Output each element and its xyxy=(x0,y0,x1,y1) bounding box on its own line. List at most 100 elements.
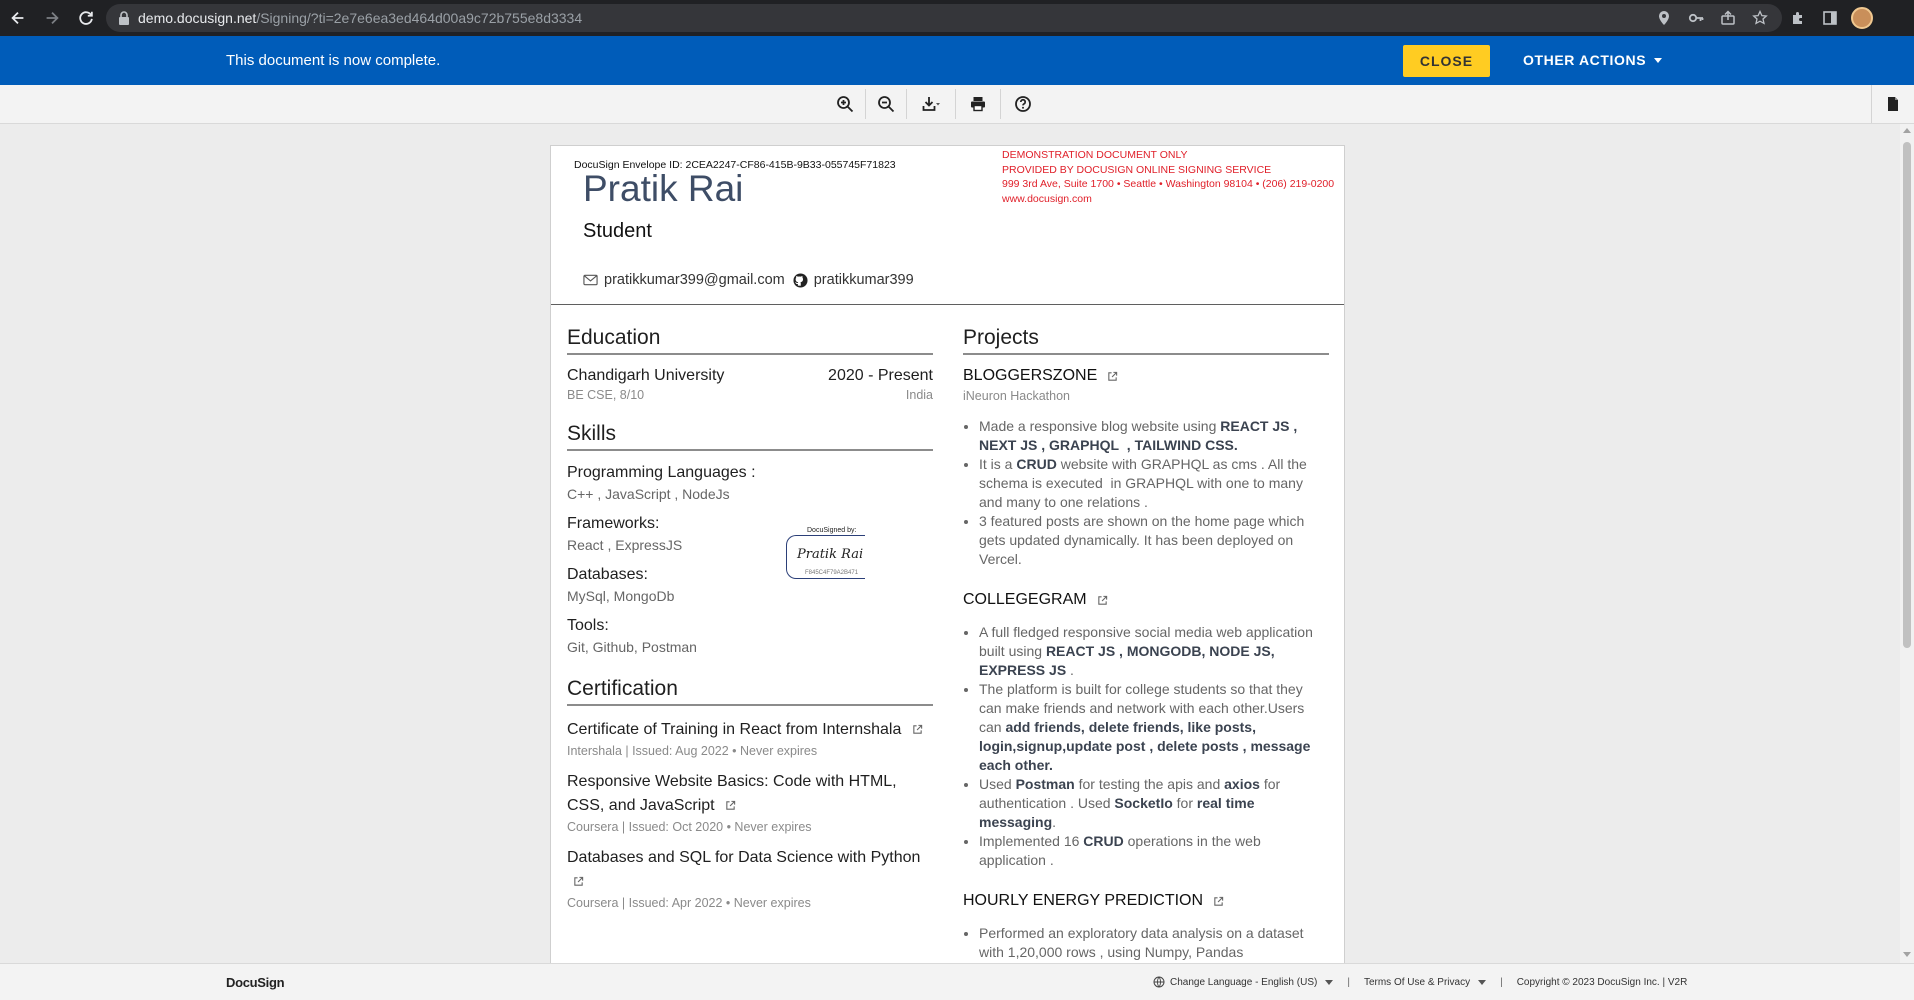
forward-button[interactable] xyxy=(36,2,68,34)
certificate-title-text: Databases and SQL for Data Science with … xyxy=(567,849,921,866)
external-link-icon[interactable] xyxy=(1107,371,1118,382)
vertical-scrollbar[interactable] xyxy=(1900,124,1914,963)
docusign-logo: DocuSign xyxy=(226,975,285,990)
print-icon xyxy=(971,97,985,112)
print-button[interactable] xyxy=(956,89,1001,119)
email-link[interactable]: pratikkumar399@gmail.com xyxy=(604,272,785,288)
github-link[interactable]: pratikkumar399 xyxy=(814,272,914,288)
close-button[interactable]: CLOSE xyxy=(1403,45,1490,77)
address-bar[interactable]: demo.docusign.net/Signing/?ti=2e7e6ea3ed… xyxy=(106,4,1782,32)
document-toolbar xyxy=(0,85,1914,124)
list-item: It is a CRUD website with GRAPHQL as cms… xyxy=(979,455,1329,512)
url-path: /Signing/?ti=2e7e6ea3ed464d00a9c72b755e8… xyxy=(256,10,583,26)
signature-id: F845C4F79A2B471 xyxy=(805,570,859,576)
footer: DocuSign Change Language - English (US) … xyxy=(0,963,1914,1000)
help-icon xyxy=(1015,96,1031,112)
project-title: COLLEGEGRAM xyxy=(963,591,1329,609)
help-button[interactable] xyxy=(1001,89,1045,119)
completion-message: This document is now complete. xyxy=(226,52,441,69)
external-link-icon[interactable] xyxy=(573,876,584,887)
caret-down-icon xyxy=(1654,57,1663,63)
skill-heading: Programming Languages : xyxy=(567,464,756,481)
skill-heading: Databases: xyxy=(567,566,648,583)
list-item: A full fledged responsive social media w… xyxy=(979,623,1329,680)
demo-notice: DEMONSTRATION DOCUMENT ONLY PROVIDED BY … xyxy=(1002,148,1334,206)
list-item: Made a responsive blog website using REA… xyxy=(979,417,1329,455)
documents-panel-button[interactable] xyxy=(1871,85,1914,123)
document-page: DocuSign Envelope ID: 2CEA2247-CF86-415B… xyxy=(551,146,1344,963)
contact-row: pratikkumar399@gmail.com pratikkumar399 xyxy=(583,272,914,288)
password-key-button[interactable] xyxy=(1680,4,1712,32)
zoom-out-icon xyxy=(878,96,895,113)
skill-heading: Tools: xyxy=(567,617,609,634)
header-divider xyxy=(551,304,1344,305)
bookmark-button[interactable] xyxy=(1744,4,1776,32)
globe-icon xyxy=(1153,976,1165,988)
language-selector[interactable]: Change Language - English (US) xyxy=(1153,976,1334,988)
skill-value: C++ , JavaScript , NodeJs xyxy=(567,486,730,502)
scroll-up-icon[interactable] xyxy=(1903,128,1911,133)
github-icon xyxy=(793,272,808,288)
certificate-title: Responsive Website Basics: Code with HTM… xyxy=(567,770,933,818)
signature-name: Pratik Rai xyxy=(797,547,864,562)
other-actions-label: OTHER ACTIONS xyxy=(1523,52,1647,68)
demo-line: PROVIDED BY DOCUSIGN ONLINE SIGNING SERV… xyxy=(1002,163,1272,176)
zoom-out-button[interactable] xyxy=(866,89,907,119)
share-button[interactable] xyxy=(1712,4,1744,32)
arrow-left-icon xyxy=(11,11,24,25)
certificate-title: Databases and SQL for Data Science with … xyxy=(567,846,933,894)
back-button[interactable] xyxy=(2,2,34,34)
resume-name: Pratik Rai xyxy=(583,168,744,209)
profile-button[interactable] xyxy=(1846,0,1878,36)
side-panel-button[interactable] xyxy=(1814,0,1846,36)
list-item: Performed an exploratory data analysis o… xyxy=(979,924,1329,962)
external-link-icon[interactable] xyxy=(1213,896,1224,907)
skills-title: Skills xyxy=(567,422,933,451)
external-link-icon[interactable] xyxy=(1097,595,1108,606)
download-button[interactable] xyxy=(907,89,956,119)
signature-label: DocuSigned by: xyxy=(805,527,859,534)
skill-value: React , ExpressJS xyxy=(567,537,683,553)
caret-down-icon xyxy=(1478,979,1487,985)
key-icon xyxy=(1688,13,1704,23)
completion-banner: This document is now complete. CLOSE OTH… xyxy=(0,36,1914,85)
mail-icon xyxy=(583,274,598,286)
scroll-thumb[interactable] xyxy=(1903,142,1911,648)
reload-button[interactable] xyxy=(70,2,102,34)
scroll-down-icon[interactable] xyxy=(1903,952,1911,957)
project-bullets: A full fledged responsive social media w… xyxy=(963,623,1329,870)
skill-value: Git, Github, Postman xyxy=(567,639,697,655)
project-bullets: Performed an exploratory data analysis o… xyxy=(963,924,1329,962)
document-viewport[interactable]: DocuSign Envelope ID: 2CEA2247-CF86-415B… xyxy=(0,124,1914,963)
demo-line: www.docusign.com xyxy=(1002,192,1092,205)
list-item: 3 featured posts are shown on the home p… xyxy=(979,512,1329,569)
project-org: iNeuron Hackathon xyxy=(963,389,1071,403)
reload-icon xyxy=(79,11,93,25)
zoom-in-button[interactable] xyxy=(825,89,866,119)
share-icon xyxy=(1721,10,1735,25)
other-actions-menu[interactable]: OTHER ACTIONS xyxy=(1523,52,1663,68)
list-item: Implemented 16 CRUD operations in the we… xyxy=(979,832,1329,870)
skill-value: MySql, MongoDb xyxy=(567,588,675,604)
location-pin-icon xyxy=(1659,11,1669,25)
docusign-signature: DocuSigned by: Pratik Rai F845C4F79A2B47… xyxy=(786,527,865,579)
url-host: demo.docusign.net xyxy=(138,10,257,26)
external-link-icon[interactable] xyxy=(912,724,923,735)
caret-down-icon xyxy=(1325,979,1334,985)
certificate-title: Certificate of Training in React from In… xyxy=(567,718,933,742)
location-button[interactable] xyxy=(1648,4,1680,32)
education-location: India xyxy=(905,388,933,402)
external-link-icon[interactable] xyxy=(725,800,736,811)
certification-title: Certification xyxy=(567,677,933,706)
terms-menu[interactable]: Terms Of Use & Privacy xyxy=(1364,977,1487,988)
demo-line: DEMONSTRATION DOCUMENT ONLY xyxy=(1002,149,1188,161)
certificate-meta: Coursera | Issued: Oct 2020 • Never expi… xyxy=(567,820,812,834)
certificate-meta: Intershala | Issued: Aug 2022 • Never ex… xyxy=(567,744,818,758)
star-icon xyxy=(1752,10,1768,25)
extensions-button[interactable] xyxy=(1782,0,1814,36)
skill-heading: Frameworks: xyxy=(567,515,660,532)
footer-divider: | xyxy=(1500,976,1503,988)
school-name: Chandigarh University xyxy=(567,367,725,384)
avatar xyxy=(1851,7,1873,29)
document-icon xyxy=(1888,97,1898,111)
